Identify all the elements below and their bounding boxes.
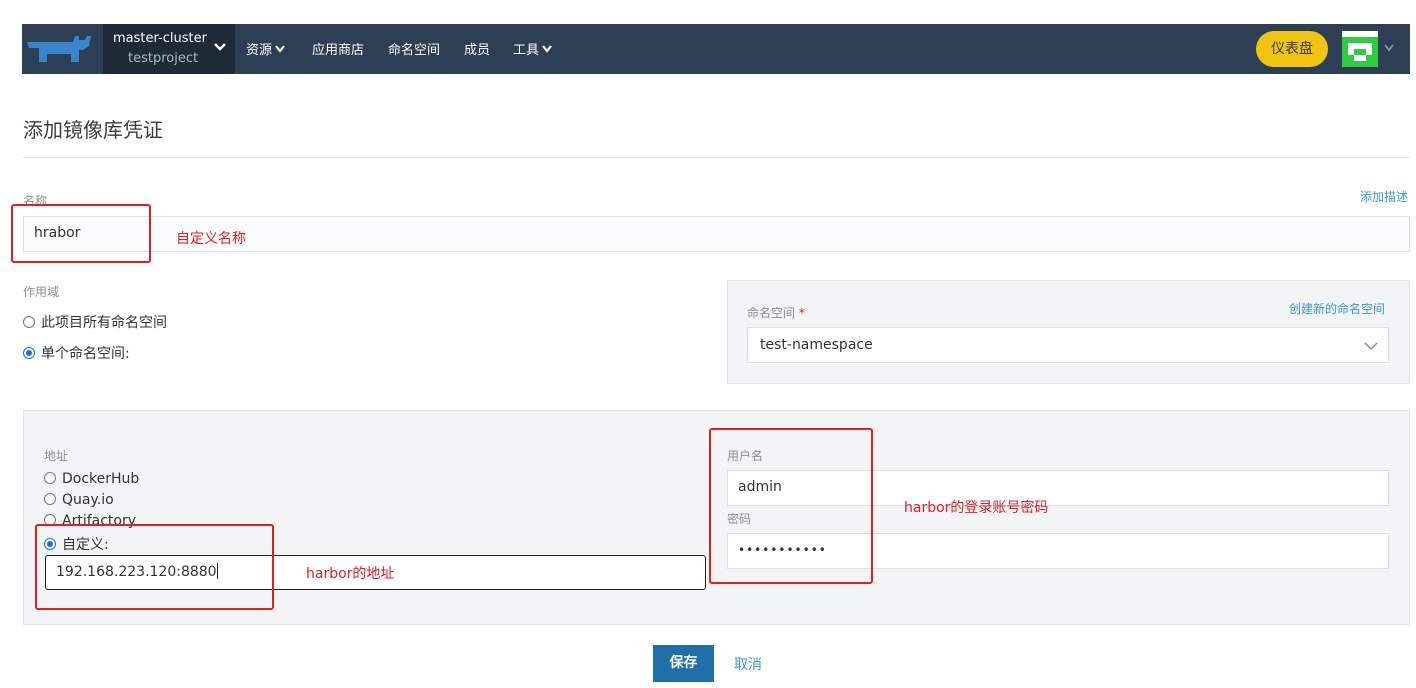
rancher-logo-icon[interactable] xyxy=(25,32,93,66)
annotation-account-note: harbor的登录账号密码 xyxy=(904,500,1049,516)
chevron-down-icon xyxy=(214,43,226,51)
main-navigation: master-cluster testproject 资源 应用商店 命名空间 … xyxy=(22,24,1410,74)
menu-app-store[interactable]: 应用商店 xyxy=(312,39,364,58)
registry-option-label: Quay.io xyxy=(62,492,114,508)
menu-namespaces[interactable]: 命名空间 xyxy=(388,39,440,58)
user-avatar[interactable] xyxy=(1342,31,1378,67)
namespace-select-value: test-namespace xyxy=(760,337,873,353)
scope-label: 作用域 xyxy=(23,285,60,299)
chevron-down-icon xyxy=(542,45,552,53)
scope-option-single-namespace[interactable]: 单个命名空间: xyxy=(23,343,130,363)
menu-tools-label: 工具 xyxy=(513,43,540,58)
address-label: 地址 xyxy=(44,449,69,463)
create-namespace-link[interactable]: 创建新的命名空间 xyxy=(1289,300,1385,317)
scope-option-label: 单个命名空间: xyxy=(41,346,130,362)
top-bar: master-cluster testproject 资源 应用商店 命名空间 … xyxy=(0,0,1416,76)
radio-icon[interactable] xyxy=(23,316,35,328)
menu-resources[interactable]: 资源 xyxy=(246,39,286,58)
dashboard-button[interactable]: 仪表盘 xyxy=(1256,31,1328,67)
menu-tools[interactable]: 工具 xyxy=(513,39,553,58)
annotation-address-note: harbor的地址 xyxy=(306,566,395,582)
radio-icon[interactable] xyxy=(44,472,56,484)
radio-icon[interactable] xyxy=(44,493,56,505)
annotation-box-account xyxy=(709,428,873,584)
menu-members-label: 成员 xyxy=(464,43,491,58)
project-name: testproject xyxy=(128,51,199,66)
annotation-box-address xyxy=(35,524,274,610)
chevron-down-icon[interactable] xyxy=(1383,42,1395,54)
add-description-link[interactable]: 添加描述 xyxy=(1360,188,1408,205)
save-button[interactable]: 保存 xyxy=(653,645,714,682)
scope-option-label: 此项目所有命名空间 xyxy=(41,315,167,331)
chevron-down-icon xyxy=(1364,342,1378,350)
radio-selected-icon[interactable] xyxy=(23,347,35,359)
menu-members[interactable]: 成员 xyxy=(464,39,490,58)
registry-option-label: DockerHub xyxy=(62,471,140,487)
page-title: 添加镜像库凭证 xyxy=(23,118,163,142)
chevron-down-icon xyxy=(275,45,285,53)
cluster-project-switcher[interactable]: master-cluster testproject xyxy=(103,24,235,74)
namespace-select[interactable]: test-namespace xyxy=(747,327,1389,363)
cancel-link[interactable]: 取消 xyxy=(734,654,762,674)
menu-resources-label: 资源 xyxy=(246,43,273,58)
registry-option-dockerhub[interactable]: DockerHub xyxy=(44,471,139,487)
annotation-name-note: 自定义名称 xyxy=(176,231,246,247)
namespace-label: 命名空间 * xyxy=(747,304,805,321)
required-mark: * xyxy=(798,306,805,320)
menu-namespaces-label: 命名空间 xyxy=(388,43,441,58)
scope-option-all-namespaces[interactable]: 此项目所有命名空间 xyxy=(23,312,167,332)
registry-option-quay[interactable]: Quay.io xyxy=(44,492,114,508)
cluster-name: master-cluster xyxy=(113,31,207,46)
menu-app-store-label: 应用商店 xyxy=(312,43,365,58)
namespace-label-text: 命名空间 xyxy=(747,306,796,320)
title-divider xyxy=(23,157,1410,158)
annotation-box-name xyxy=(11,204,151,263)
